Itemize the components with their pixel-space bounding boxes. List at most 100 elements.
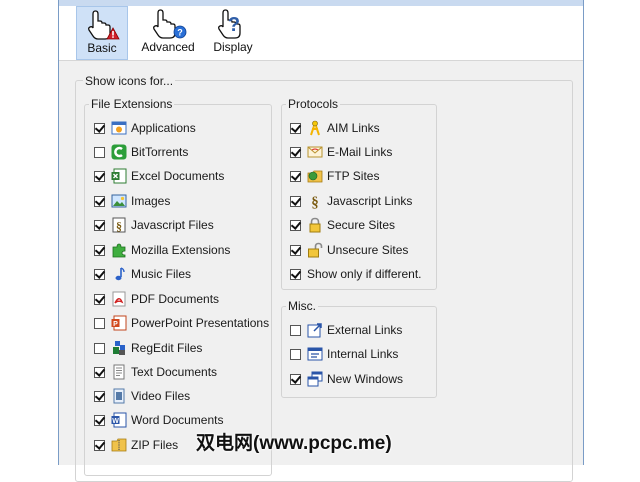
video-files-label: Video Files — [131, 389, 191, 403]
option-secure-sites[interactable]: Secure Sites — [290, 215, 395, 235]
new-windows-checkbox[interactable] — [290, 373, 301, 385]
javascript-icon: § — [311, 195, 319, 209]
show-only-if-different-checkbox[interactable] — [290, 268, 301, 280]
tab-advanced-label: Advanced — [141, 40, 195, 54]
aim-links-checkbox[interactable] — [290, 122, 301, 134]
lock-icon — [309, 217, 321, 233]
video-files-checkbox[interactable] — [94, 390, 105, 402]
word-documents-checkbox[interactable] — [94, 414, 105, 426]
ftp-sites-label: FTP Sites — [327, 169, 380, 183]
application-icon — [111, 121, 127, 135]
ftp-icon — [307, 170, 323, 183]
excel-documents-label: Excel Documents — [131, 169, 225, 183]
svg-text:§: § — [116, 219, 122, 233]
javascript-files-label: Javascript Files — [131, 218, 214, 232]
unlock-icon — [308, 242, 323, 258]
powerpoint-presentations-checkbox[interactable] — [94, 317, 105, 329]
text-documents-label: Text Documents — [131, 365, 218, 379]
option-bittorrents[interactable]: BitTorrents — [94, 142, 188, 162]
images-checkbox[interactable] — [94, 195, 105, 207]
misc-title: Misc. — [286, 299, 318, 313]
zip-files-checkbox[interactable] — [94, 439, 105, 451]
option-pdf-documents[interactable]: PDF Documents — [94, 289, 219, 309]
secure-sites-label: Secure Sites — [327, 218, 396, 232]
regedit-files-checkbox[interactable] — [94, 342, 105, 354]
aim-icon — [310, 120, 320, 136]
external-links-checkbox[interactable] — [290, 324, 301, 336]
options-window: Basic ? Advanced ? Display Show icons fo… — [58, 0, 584, 482]
image-icon — [111, 194, 127, 208]
option-ftp-sites[interactable]: FTP Sites — [290, 166, 379, 186]
email-links-checkbox[interactable] — [290, 146, 301, 158]
option-external-links[interactable]: External Links — [290, 320, 402, 340]
tab-basic-label: Basic — [87, 41, 117, 55]
external-link-icon — [307, 323, 322, 338]
option-show-only-if-different[interactable]: Show only if different. — [290, 264, 422, 284]
option-word-documents[interactable]: W Word Documents — [94, 410, 223, 430]
option-regedit-files[interactable]: RegEdit Files — [94, 338, 202, 358]
new-windows-label: New Windows — [327, 372, 404, 386]
bittorrents-checkbox[interactable] — [94, 146, 105, 158]
bittorrents-label: BitTorrents — [131, 145, 189, 159]
option-applications[interactable]: Applications — [94, 118, 196, 138]
pdf-documents-checkbox[interactable] — [94, 293, 105, 305]
option-zip-files[interactable]: ZIP Files — [94, 435, 178, 455]
option-javascript-files[interactable]: § Javascript Files — [94, 215, 214, 235]
svg-text:?: ? — [177, 28, 183, 38]
tab-basic[interactable]: Basic — [76, 6, 128, 60]
show-only-if-different-label: Show only if different. — [307, 267, 422, 281]
svg-text:§: § — [311, 195, 319, 209]
option-unsecure-sites[interactable]: Unsecure Sites — [290, 240, 408, 260]
images-label: Images — [131, 194, 171, 208]
text-documents-checkbox[interactable] — [94, 366, 105, 378]
toolbar: Basic ? Advanced ? Display — [59, 6, 583, 61]
protocols-title: Protocols — [286, 97, 341, 111]
pdf-icon — [112, 291, 126, 307]
excel-icon — [111, 168, 127, 184]
svg-text:?: ? — [228, 14, 240, 36]
option-video-files[interactable]: Video Files — [94, 386, 190, 406]
ftp-sites-checkbox[interactable] — [290, 170, 301, 182]
option-music-files[interactable]: Music Files — [94, 264, 191, 284]
new-window-icon — [307, 371, 323, 387]
unsecure-sites-checkbox[interactable] — [290, 244, 301, 256]
mozilla-extensions-checkbox[interactable] — [94, 244, 105, 256]
bittorrent-icon — [111, 144, 127, 160]
zip-files-label: ZIP Files — [131, 438, 179, 452]
show-icons-title: Show icons for... — [83, 74, 176, 88]
file-extensions-title: File Extensions — [89, 97, 175, 111]
option-text-documents[interactable]: Text Documents — [94, 362, 217, 382]
powerpoint-presentations-label: PowerPoint Presentations — [131, 316, 270, 330]
email-links-label: E-Mail Links — [327, 145, 393, 159]
tab-display-label: Display — [213, 40, 253, 54]
word-documents-label: Word Documents — [131, 413, 224, 427]
tab-display[interactable]: ? Display — [205, 6, 261, 60]
hand-question-icon: ? — [218, 9, 241, 39]
secure-sites-checkbox[interactable] — [290, 219, 301, 231]
option-email-links[interactable]: E-Mail Links — [290, 142, 392, 162]
unsecure-sites-label: Unsecure Sites — [327, 243, 409, 257]
internal-links-checkbox[interactable] — [290, 348, 301, 360]
email-icon — [307, 146, 323, 158]
tab-advanced[interactable]: ? Advanced — [137, 6, 199, 60]
option-images[interactable]: Images — [94, 191, 170, 211]
excel-documents-checkbox[interactable] — [94, 170, 105, 182]
option-excel-documents[interactable]: Excel Documents — [94, 166, 224, 186]
music-files-checkbox[interactable] — [94, 268, 105, 280]
javascript-links-checkbox[interactable] — [290, 195, 301, 207]
option-aim-links[interactable]: AIM Links — [290, 118, 380, 138]
watermark: 双电网(www.pcpc.me) — [196, 433, 392, 454]
applications-checkbox[interactable] — [94, 122, 105, 134]
javascript-links-label: Javascript Links — [327, 194, 413, 208]
mozilla-extensions-label: Mozilla Extensions — [131, 243, 231, 257]
zip-folder-icon — [111, 438, 127, 452]
option-new-windows[interactable]: New Windows — [290, 369, 403, 389]
music-files-label: Music Files — [131, 267, 192, 281]
regedit-icon — [113, 341, 125, 355]
music-note-icon — [115, 267, 125, 281]
option-internal-links[interactable]: Internal Links — [290, 344, 398, 364]
option-mozilla-extensions[interactable]: Mozilla Extensions — [94, 240, 230, 260]
javascript-files-checkbox[interactable] — [94, 219, 105, 231]
option-javascript-links[interactable]: § Javascript Links — [290, 191, 412, 211]
option-powerpoint-presentations[interactable]: P PowerPoint Presentations — [94, 313, 269, 333]
